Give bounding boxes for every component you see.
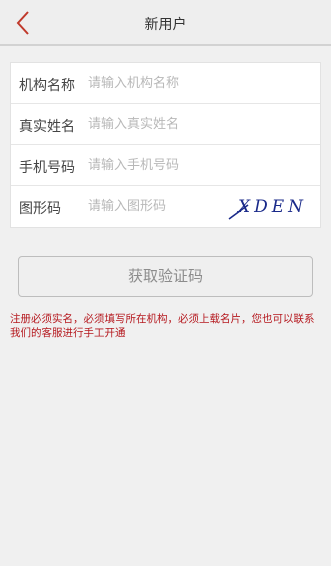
- real-name-row: 真实姓名: [11, 104, 320, 145]
- phone-input[interactable]: [88, 154, 308, 176]
- phone-row: 手机号码: [11, 145, 320, 186]
- captcha-label: 图形码: [19, 201, 61, 217]
- registration-form: 机构名称 真实姓名 手机号码 图形码 XDEN: [10, 62, 321, 228]
- get-code-button[interactable]: 获取验证码: [18, 256, 313, 297]
- captcha-row: 图形码 XDEN: [11, 186, 320, 227]
- org-name-row: 机构名称: [11, 63, 320, 104]
- top-nav-bar: 新用户: [0, 0, 331, 46]
- real-name-label: 真实姓名: [19, 119, 75, 135]
- registration-notice: 注册必须实名，必须填写所在机构，必须上载名片，您也可以联系我们的客服进行手工开通: [10, 313, 315, 339]
- org-name-input[interactable]: [88, 72, 308, 94]
- phone-label: 手机号码: [19, 160, 75, 176]
- page-title: 新用户: [144, 17, 187, 33]
- org-name-label: 机构名称: [19, 78, 75, 94]
- captcha-text: XDEN: [236, 197, 307, 217]
- captcha-input[interactable]: [88, 195, 223, 217]
- captcha-image[interactable]: XDEN: [226, 188, 318, 224]
- real-name-input[interactable]: [88, 113, 308, 135]
